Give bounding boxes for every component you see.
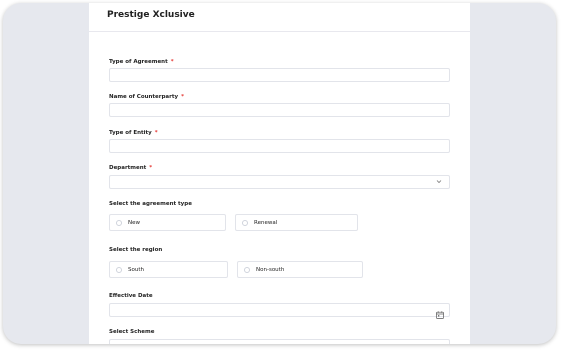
type-of-entity-label: Type of Entity * [109, 130, 158, 136]
form-title: Prestige Xclusive [107, 10, 195, 20]
radio-button[interactable] [242, 220, 248, 226]
window-frame: Prestige Xclusive Type of Agreement * Nam… [3, 3, 556, 344]
option-label: South [128, 267, 144, 273]
agreement-type-label: Select the agreement type [109, 201, 192, 207]
required-marker: * [149, 165, 153, 171]
agreement-type-option-new[interactable]: New [109, 214, 226, 231]
option-label: Renewal [254, 220, 278, 226]
type-of-agreement-input[interactable] [109, 68, 450, 82]
name-of-counterparty-input[interactable] [109, 103, 450, 117]
type-of-agreement-label: Type of Agreement * [109, 59, 174, 65]
agreement-type-option-renewal[interactable]: Renewal [235, 214, 358, 231]
department-label: Department * [109, 165, 153, 171]
radio-button[interactable] [244, 267, 250, 273]
form-header: Prestige Xclusive [89, 3, 470, 32]
radio-button[interactable] [116, 220, 122, 226]
region-option-south[interactable]: South [109, 261, 228, 278]
required-marker: * [154, 130, 158, 136]
effective-date-input[interactable] [109, 303, 450, 319]
region-option-non-south[interactable]: Non-south [237, 261, 363, 278]
name-of-counterparty-label: Name of Counterparty * [109, 94, 184, 100]
chevron-down-icon[interactable] [436, 179, 442, 186]
required-marker: * [181, 94, 184, 100]
effective-date-label: Effective Date [109, 293, 153, 299]
option-label: New [128, 220, 140, 226]
required-marker: * [170, 59, 174, 65]
department-select[interactable] [109, 175, 450, 189]
type-of-entity-input[interactable] [109, 139, 450, 153]
region-label: Select the region [109, 247, 163, 253]
calendar-icon[interactable] [436, 306, 444, 319]
radio-button[interactable] [116, 267, 122, 273]
form-card: Prestige Xclusive Type of Agreement * Nam… [89, 3, 470, 344]
select-scheme-label: Select Scheme [109, 329, 155, 335]
option-label: Non-south [256, 267, 285, 273]
select-scheme-input[interactable] [109, 339, 450, 344]
